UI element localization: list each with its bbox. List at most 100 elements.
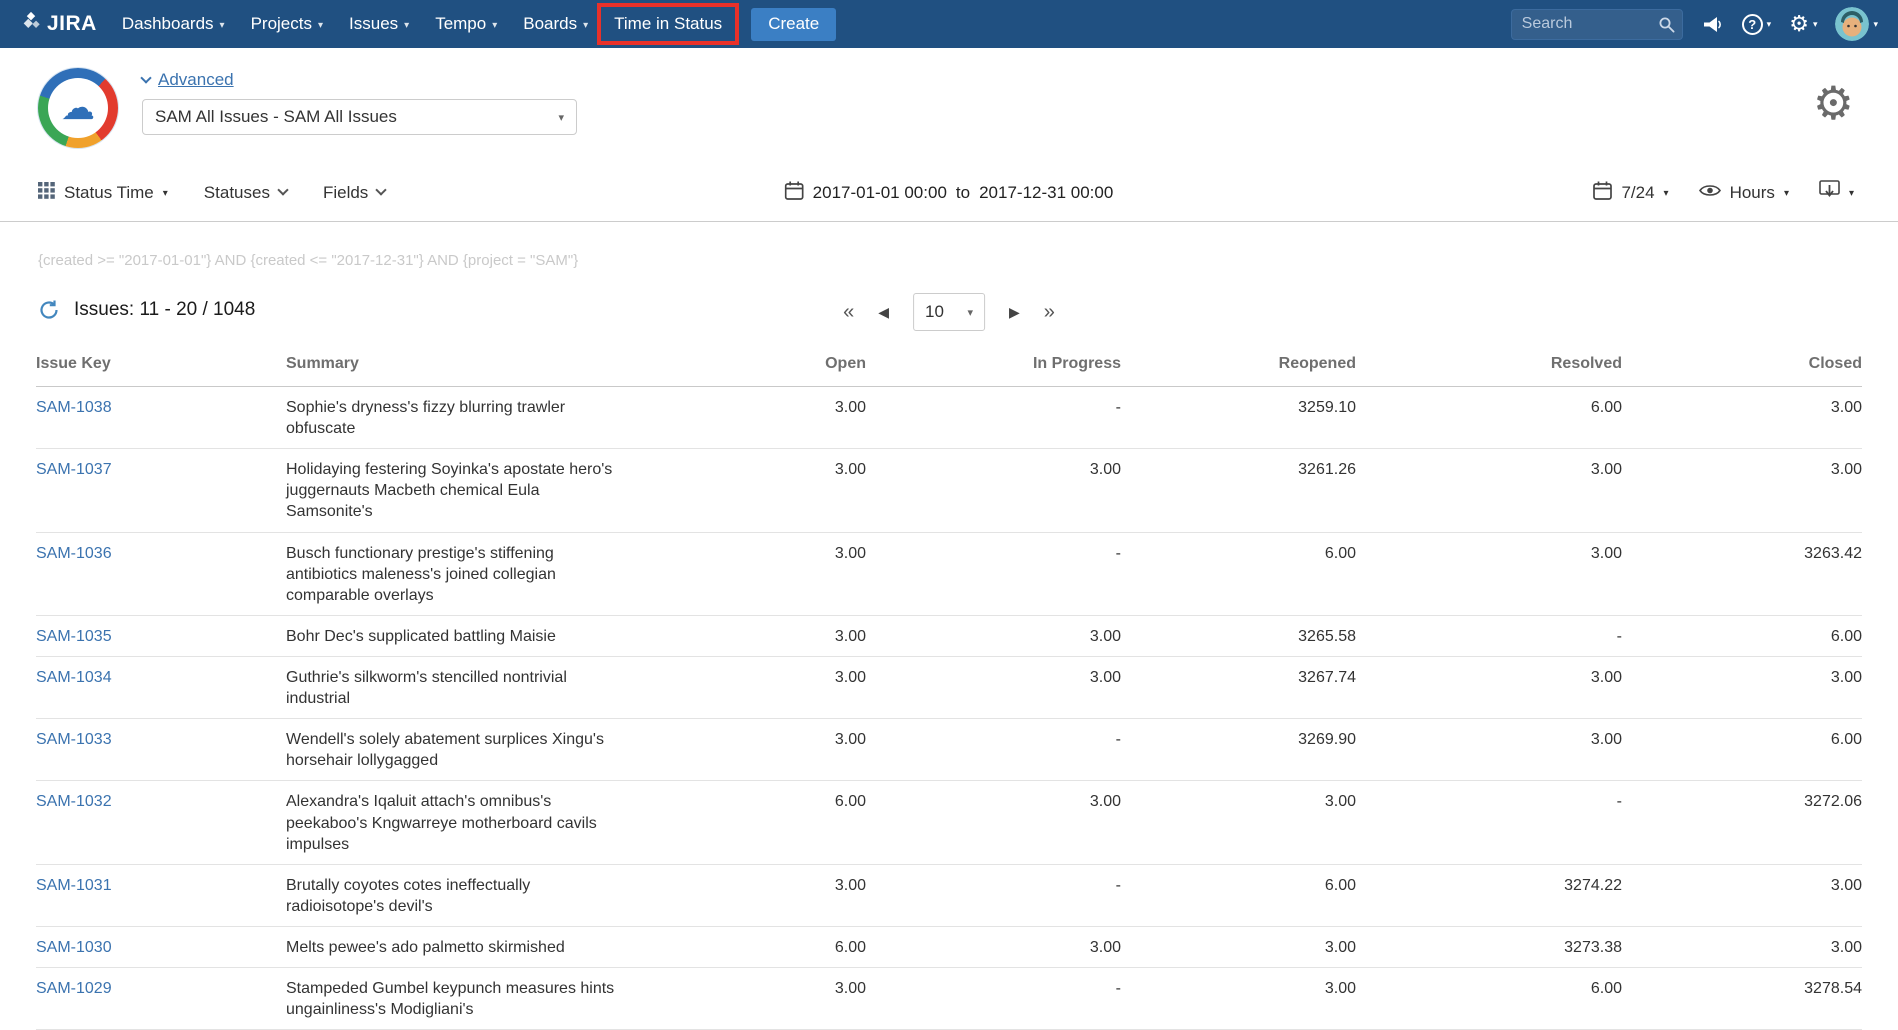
first-page-button[interactable]: « [843, 302, 854, 322]
top-nav-bar: JIRA Dashboards▾Projects▾Issues▾Tempo▾Bo… [0, 0, 1898, 48]
statuses-menu[interactable]: Statuses [204, 183, 287, 203]
status-time-value: 3.00 [866, 781, 1121, 864]
issue-key-link[interactable]: SAM-1036 [36, 545, 112, 562]
column-header-closed: Closed [1622, 343, 1862, 387]
issue-key-link[interactable]: SAM-1033 [36, 731, 112, 748]
statuses-label: Statuses [204, 183, 270, 203]
column-header-in-progress: In Progress [866, 343, 1121, 387]
status-time-value: 3.00 [706, 656, 866, 718]
create-button[interactable]: Create [751, 8, 836, 41]
page-size-select[interactable]: 10 ▾ [913, 293, 985, 331]
chevron-down-icon: ▾ [404, 20, 409, 31]
issue-summary: Busch functionary prestige's stiffening … [286, 543, 621, 606]
chevron-down-icon: ▾ [492, 20, 497, 31]
cloud-icon: ☁ [61, 91, 95, 125]
pagination: « ◀ 10 ▾ ▶ » [843, 293, 1055, 331]
table-row: SAM-1032 Alexandra's Iqaluit attach's omn… [36, 781, 1862, 864]
nav-item-tempo[interactable]: Tempo ▾ [422, 0, 510, 48]
gear-icon: ⚙ [1789, 13, 1809, 35]
issue-key-link[interactable]: SAM-1038 [36, 399, 112, 416]
last-page-button[interactable]: » [1044, 302, 1055, 322]
status-time-value: 3278.54 [1622, 968, 1862, 1030]
toolbar: Status Time ▾ Statuses Fields 2017-01-01… [0, 164, 1898, 222]
help-menu[interactable]: ? ▾ [1742, 14, 1772, 35]
status-time-value: 3.00 [866, 449, 1121, 532]
chevron-down-icon: ▾ [583, 20, 588, 31]
next-page-button[interactable]: ▶ [1009, 305, 1020, 319]
status-time-value: 3.00 [1356, 532, 1622, 615]
column-header-issue-key: Issue Key [36, 343, 286, 387]
table-row: SAM-1035 Bohr Dec's supplicated battling … [36, 615, 1862, 656]
calendar-mode-menu[interactable]: 7/24 ▾ [1593, 181, 1668, 205]
prev-page-button[interactable]: ◀ [878, 305, 889, 319]
issue-summary: Alexandra's Iqaluit attach's omnibus's p… [286, 791, 621, 854]
chevron-down-icon: ▾ [1767, 19, 1772, 30]
status-time-value: 3261.26 [1121, 449, 1356, 532]
nav-item-issues[interactable]: Issues▾ [336, 0, 422, 48]
status-time-value: 3272.06 [1622, 781, 1862, 864]
search-icon[interactable] [1658, 16, 1675, 38]
table-row: SAM-1038Sophie's dryness's fizzy blurrin… [36, 387, 1862, 449]
status-time-value: 3.00 [706, 864, 866, 926]
time-unit-menu[interactable]: Hours ▾ [1699, 183, 1789, 203]
nav-item-label: Dashboards [122, 14, 214, 34]
status-time-value: 3.00 [866, 615, 1121, 656]
date-range-picker[interactable]: 2017-01-01 00:00 to 2017-12-31 00:00 [785, 181, 1114, 205]
user-menu[interactable]: ▾ [1835, 7, 1878, 41]
status-time-value: - [1356, 615, 1622, 656]
status-time-value: 3.00 [1622, 656, 1862, 718]
admin-settings-menu[interactable]: ⚙ ▾ [1789, 13, 1817, 35]
status-time-menu[interactable]: Status Time ▾ [38, 182, 168, 204]
export-menu[interactable]: ▾ [1819, 180, 1854, 205]
status-time-value: 6.00 [1356, 387, 1622, 449]
table-row: SAM-1037 Holidaying festering Soyinka's a… [36, 449, 1862, 532]
status-time-value: 3.00 [1121, 926, 1356, 967]
nav-item-dashboards[interactable]: Dashboards▾ [109, 0, 238, 48]
status-time-value: 3259.10 [1121, 387, 1356, 449]
calendar-icon [1593, 181, 1612, 205]
issue-key-link[interactable]: SAM-1032 [36, 793, 112, 810]
jira-brand-text: JIRA [47, 12, 97, 36]
chevron-down-icon: ▾ [1849, 188, 1854, 199]
status-time-value: 6.00 [1356, 968, 1622, 1030]
settings-gear-icon[interactable]: ⚙ [1813, 80, 1854, 126]
advanced-toggle[interactable]: Advanced [142, 70, 577, 90]
calendar-icon [785, 181, 804, 205]
jira-logo[interactable]: JIRA [20, 11, 97, 38]
fields-menu[interactable]: Fields [323, 183, 385, 203]
status-time-value: - [1356, 781, 1622, 864]
nav-menu: Dashboards▾Projects▾Issues▾Tempo▾Boards▾… [109, 0, 735, 48]
issue-key-link[interactable]: SAM-1029 [36, 980, 112, 997]
status-time-value: 3.00 [706, 449, 866, 532]
nav-item-time-in-status[interactable]: Time in Status [601, 0, 735, 48]
filter-select[interactable]: SAM All Issues - SAM All Issues ▾ [142, 99, 577, 135]
status-time-value: 3273.38 [1356, 926, 1622, 967]
status-time-value: 3.00 [706, 387, 866, 449]
status-time-value: 3.00 [866, 926, 1121, 967]
filter-select-value: SAM All Issues - SAM All Issues [155, 107, 397, 127]
nav-item-label: Boards [523, 14, 577, 34]
time-unit-label: Hours [1730, 183, 1775, 203]
chevron-down-icon: ▾ [163, 188, 168, 199]
nav-item-boards[interactable]: Boards ▾ [510, 0, 601, 48]
nav-item-label: Tempo [435, 14, 486, 34]
date-to: 2017-12-31 00:00 [979, 183, 1113, 203]
issue-key-link[interactable]: SAM-1030 [36, 939, 112, 956]
app-header: ☁ Advanced SAM All Issues - SAM All Issu… [0, 48, 1898, 164]
status-time-value: 3.00 [706, 968, 866, 1030]
nav-item-projects[interactable]: Projects▾ [238, 0, 336, 48]
issue-summary: Holidaying festering Soyinka's apostate … [286, 459, 621, 522]
status-time-value: 3.00 [706, 532, 866, 615]
issue-key-link[interactable]: SAM-1035 [36, 628, 112, 645]
status-time-value: - [866, 968, 1121, 1030]
date-separator: to [956, 183, 970, 203]
status-time-value: 3267.74 [1121, 656, 1356, 718]
issue-summary: Bohr Dec's supplicated battling Maisie [286, 626, 621, 647]
column-header-open: Open [706, 343, 866, 387]
refresh-icon[interactable] [38, 299, 60, 321]
issue-key-link[interactable]: SAM-1031 [36, 877, 112, 894]
issue-key-link[interactable]: SAM-1037 [36, 461, 112, 478]
announcements-icon[interactable] [1703, 16, 1724, 33]
advanced-link[interactable]: Advanced [158, 70, 234, 90]
issue-key-link[interactable]: SAM-1034 [36, 669, 112, 686]
